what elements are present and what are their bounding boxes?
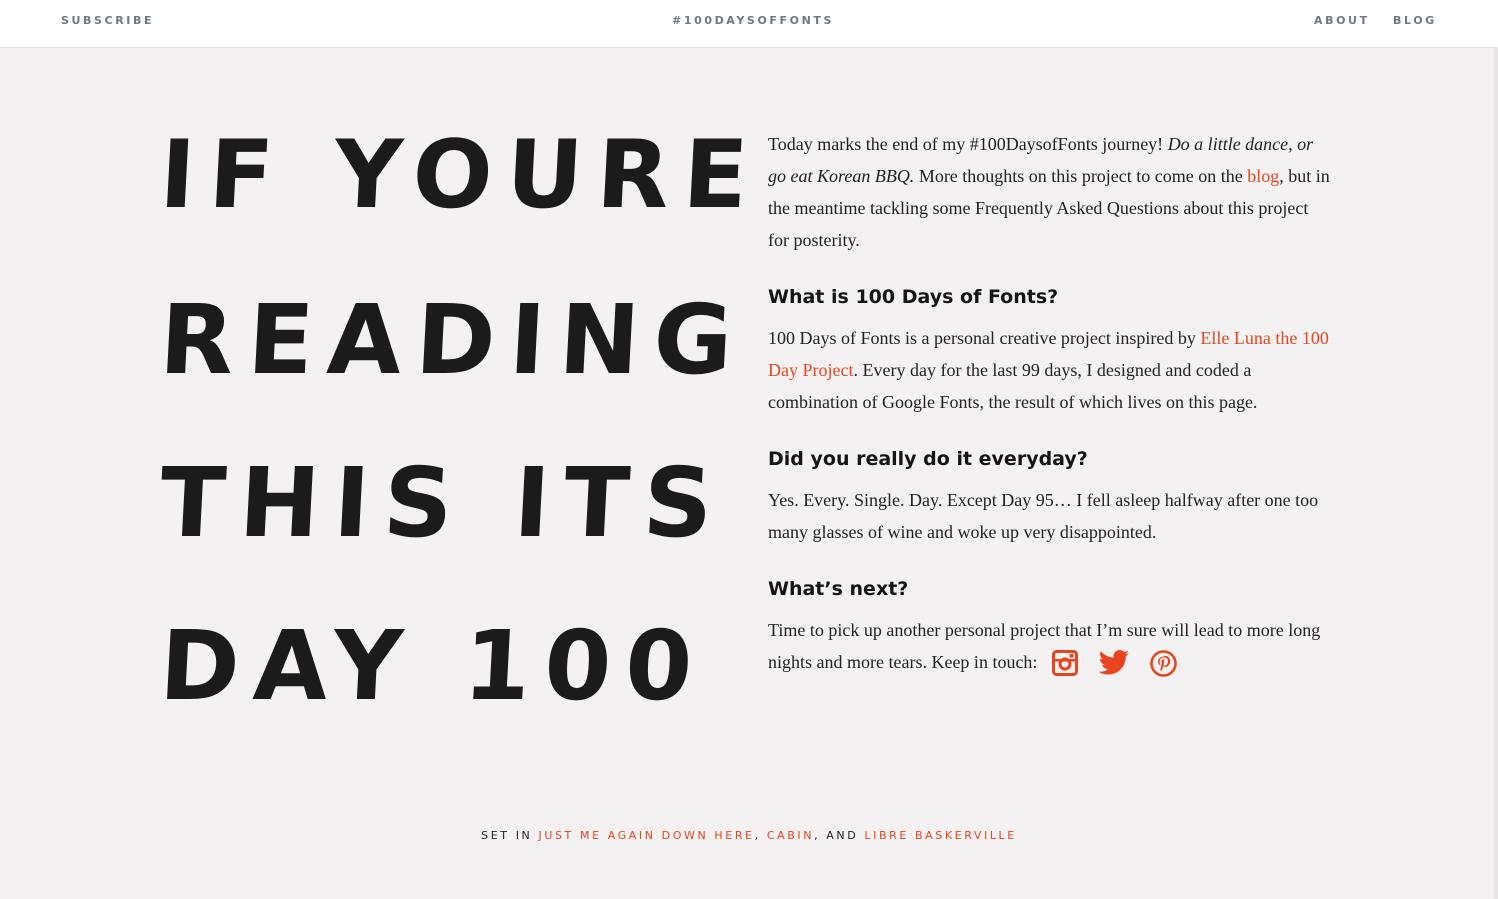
hero-line-3: THIS ITS [157, 447, 730, 559]
font-link-libre-baskerville[interactable]: LIBRE BASKERVILLE [864, 829, 1016, 842]
social-links [1046, 650, 1177, 678]
blog-link[interactable]: blog [1247, 166, 1279, 186]
twitter-icon[interactable] [1098, 650, 1130, 677]
font-credits-footer: SET IN JUST ME AGAIN DOWN HERE, CABIN, A… [0, 829, 1498, 842]
intro-text-2: More thoughts on this project to come on… [914, 166, 1248, 186]
font-link-just-me-again[interactable]: JUST ME AGAIN DOWN HERE [538, 829, 754, 842]
faq-answer-2: Yes. Every. Single. Day. Except Day 95… … [768, 490, 1319, 542]
faq-question-2: Did you really do it everyday? [768, 448, 1088, 470]
hero-line-4: DAY 100 [157, 610, 710, 722]
nav-blog-link[interactable]: BLOG [1393, 14, 1437, 27]
footer-separator-1: , [754, 829, 767, 842]
intro-paragraph: Today marks the end of my #100DaysofFont… [768, 128, 1333, 256]
font-link-cabin[interactable]: CABIN [767, 829, 814, 842]
faq-answer-1-text-1: 100 Days of Fonts is a personal creative… [768, 328, 1201, 348]
footer-prefix: SET IN [481, 829, 539, 842]
nav-subscribe-link[interactable]: SUBSCRIBE [61, 14, 154, 27]
hero-line-2: READING [157, 284, 750, 396]
faq-question-1: What is 100 Days of Fonts? [768, 286, 1059, 308]
nav-about-link[interactable]: ABOUT [1314, 14, 1370, 27]
faq-question-3: What’s next? [768, 578, 909, 600]
instagram-icon[interactable] [1051, 650, 1078, 677]
faq-answer-1: 100 Days of Fonts is a personal creative… [768, 322, 1333, 418]
faq-answer-3: Time to pick up another personal project… [768, 614, 1333, 678]
intro-text-1: Today marks the end of my #100DaysofFont… [768, 134, 1168, 154]
footer-separator-2: , AND [814, 829, 865, 842]
top-nav-bar: SUBSCRIBE #100DAYSOFFONTS ABOUT BLOG [0, 0, 1498, 48]
hero-line-1: IF YOURE [157, 121, 765, 230]
pinterest-icon[interactable] [1150, 650, 1177, 678]
faq-content: Today marks the end of my #100DaysofFont… [768, 128, 1333, 678]
faq-answer-3-text: Time to pick up another personal project… [768, 620, 1321, 672]
site-title-link[interactable]: #100DAYSOFFONTS [672, 14, 834, 27]
page-scrollbar[interactable] [1494, 47, 1498, 899]
